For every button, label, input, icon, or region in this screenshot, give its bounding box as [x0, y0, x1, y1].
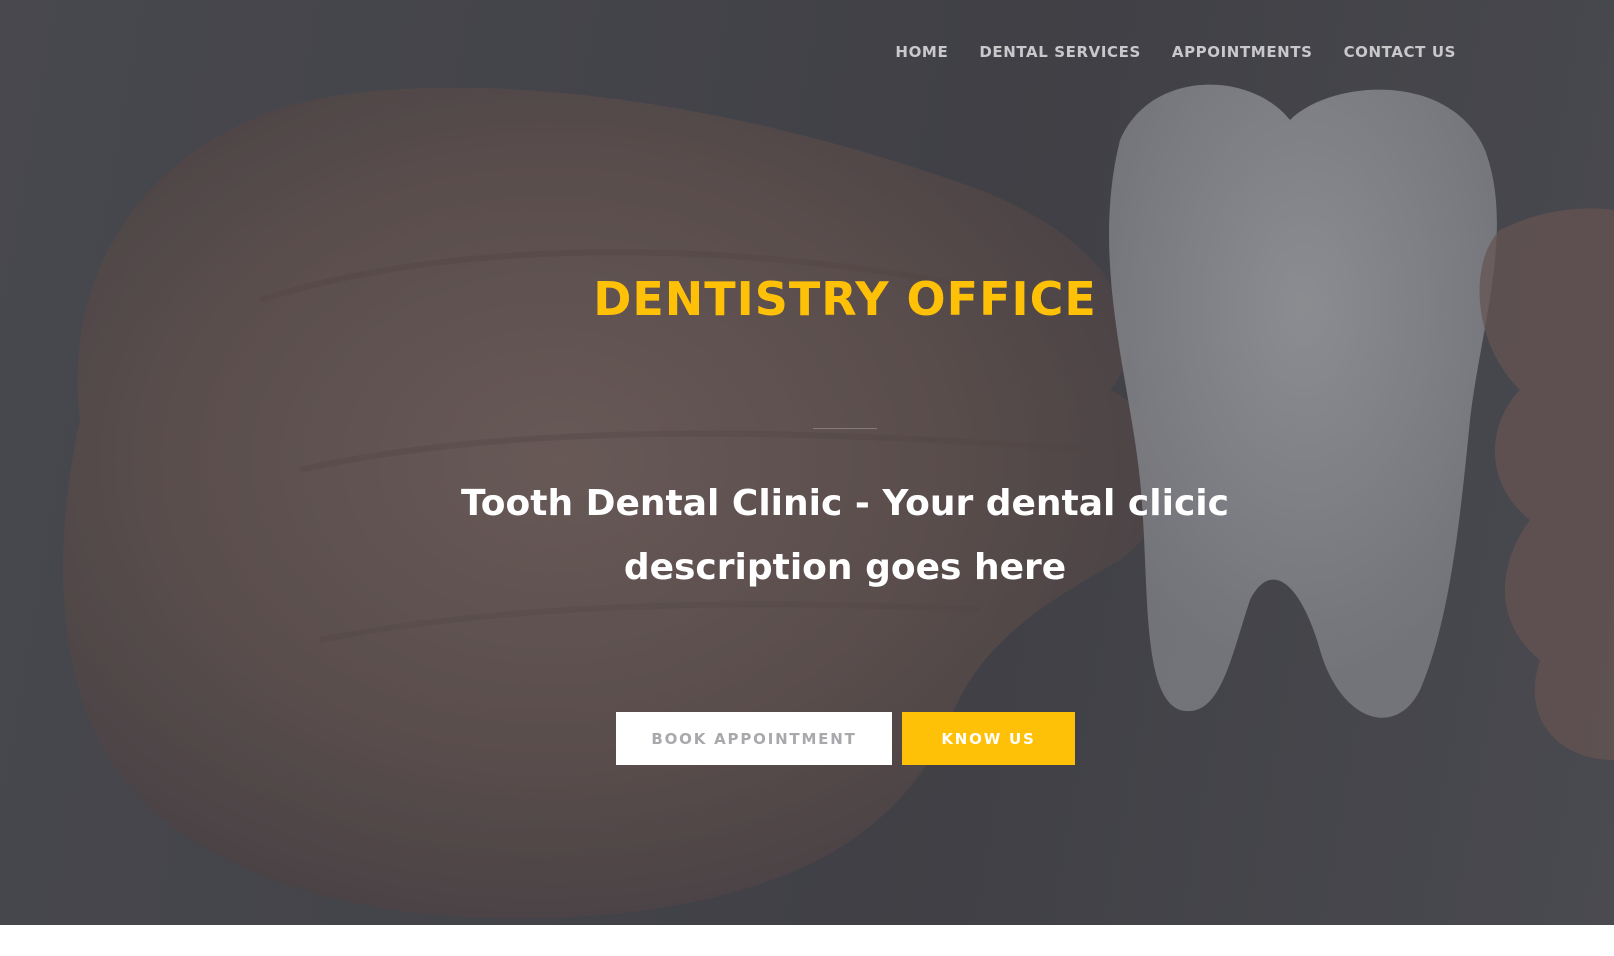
hero-title: DENTISTRY OFFICE — [593, 272, 1097, 326]
book-appointment-button[interactable]: BOOK APPOINTMENT — [616, 712, 892, 765]
know-us-button[interactable]: KNOW US — [902, 712, 1075, 765]
title-divider — [813, 428, 877, 429]
nav-item-contact-us[interactable]: CONTACT US — [1344, 43, 1456, 61]
hero-subtitle: Tooth Dental Clinic - Your dental clicic… — [461, 483, 1229, 588]
main-nav: HOME DENTAL SERVICES APPOINTMENTS CONTAC… — [864, 43, 1456, 61]
hero-overlay — [0, 0, 1614, 925]
nav-item-appointments[interactable]: APPOINTMENTS — [1172, 43, 1313, 61]
hero-section: HOME DENTAL SERVICES APPOINTMENTS CONTAC… — [0, 0, 1614, 925]
nav-item-home[interactable]: HOME — [895, 43, 948, 61]
nav-item-dental-services[interactable]: DENTAL SERVICES — [979, 43, 1141, 61]
